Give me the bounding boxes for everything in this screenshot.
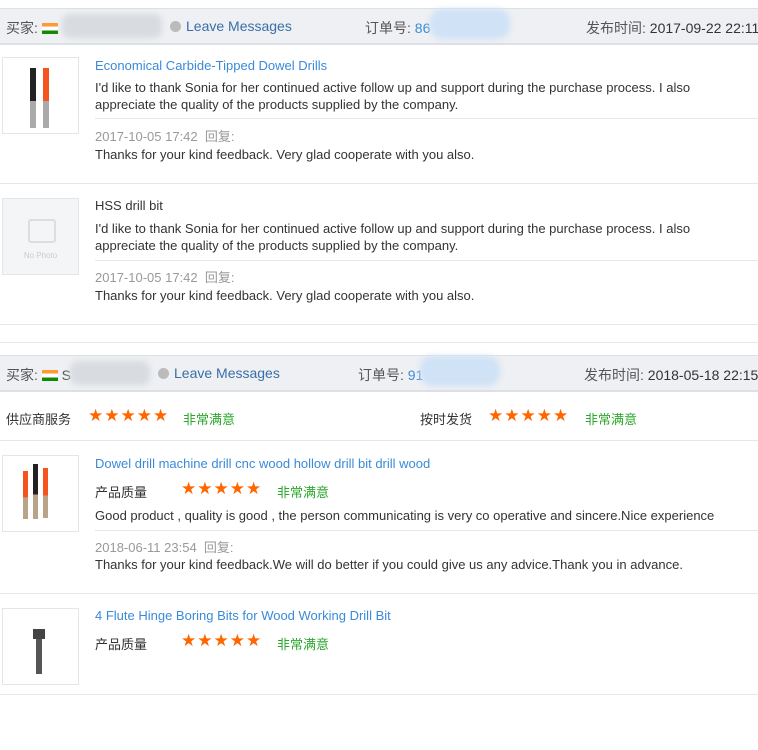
india-flag-icon	[41, 370, 58, 381]
reply-text: Thanks for your kind feedback.We will do…	[95, 557, 683, 572]
product-thumbnail[interactable]	[2, 608, 79, 685]
rating-label: 按时发货	[420, 412, 473, 427]
product-title-link[interactable]: 4 Flute Hinge Boring Bits for Wood Worki…	[95, 608, 391, 623]
india-flag-icon	[41, 23, 58, 34]
feedback-header: 买家: Leave Messages 订单号: 8624 发布时间: 2017-…	[0, 8, 758, 45]
buyer-name-redacted	[62, 14, 162, 38]
rating-verdict: 非常满意	[277, 485, 330, 500]
no-photo-thumbnail: No Photo	[2, 198, 79, 275]
reply-date: 2017-10-05 17:42	[95, 270, 198, 285]
reply-date: 2017-10-05 17:42	[95, 129, 198, 144]
order-redacted	[430, 9, 510, 39]
buyer-name-redacted	[70, 361, 150, 385]
rating-label: 供应商服务	[6, 412, 72, 427]
feedback-text: I'd like to thank Sonia for her continue…	[95, 221, 691, 253]
product-thumbnail[interactable]	[2, 57, 79, 134]
image-placeholder-icon	[28, 219, 56, 243]
product-title-link[interactable]: Economical Carbide-Tipped Dowel Drills	[95, 58, 327, 73]
star-rating: ★★★★★	[181, 631, 263, 650]
leave-messages-link[interactable]: Leave Messages	[158, 365, 280, 381]
product-thumbnail[interactable]	[2, 455, 79, 532]
feedback-text: Good product , quality is good , the per…	[95, 508, 715, 523]
order-redacted	[420, 356, 500, 386]
feedback-text: I'd like to thank Sonia for her continue…	[95, 80, 691, 112]
message-icon	[170, 21, 181, 32]
leave-messages-link[interactable]: Leave Messages	[170, 18, 292, 34]
star-rating: ★★★★★	[181, 479, 263, 498]
star-rating: ★★★★★	[488, 406, 570, 425]
product-title-link[interactable]: Dowel drill machine drill cnc wood hollo…	[95, 456, 430, 471]
quality-label: 产品质量	[95, 637, 148, 652]
rating-verdict: 非常满意	[277, 637, 330, 652]
buyer-label: 买家:	[6, 18, 58, 38]
reply-text: Thanks for your kind feedback. Very glad…	[95, 147, 475, 162]
quality-label: 产品质量	[95, 485, 148, 500]
rating-verdict: 非常满意	[183, 412, 236, 427]
reply-date: 2018-06-11 23:54	[95, 540, 197, 555]
star-rating: ★★★★★	[88, 406, 170, 425]
feedback-header: 买家: S Leave Messages 订单号: 91 发布时间: 2018-…	[0, 355, 758, 392]
message-icon	[158, 368, 169, 379]
product-title[interactable]: HSS drill bit	[95, 198, 163, 213]
rating-verdict: 非常满意	[585, 412, 638, 427]
order-number[interactable]: 86	[415, 20, 431, 36]
reply-text: Thanks for your kind feedback. Very glad…	[95, 288, 475, 303]
